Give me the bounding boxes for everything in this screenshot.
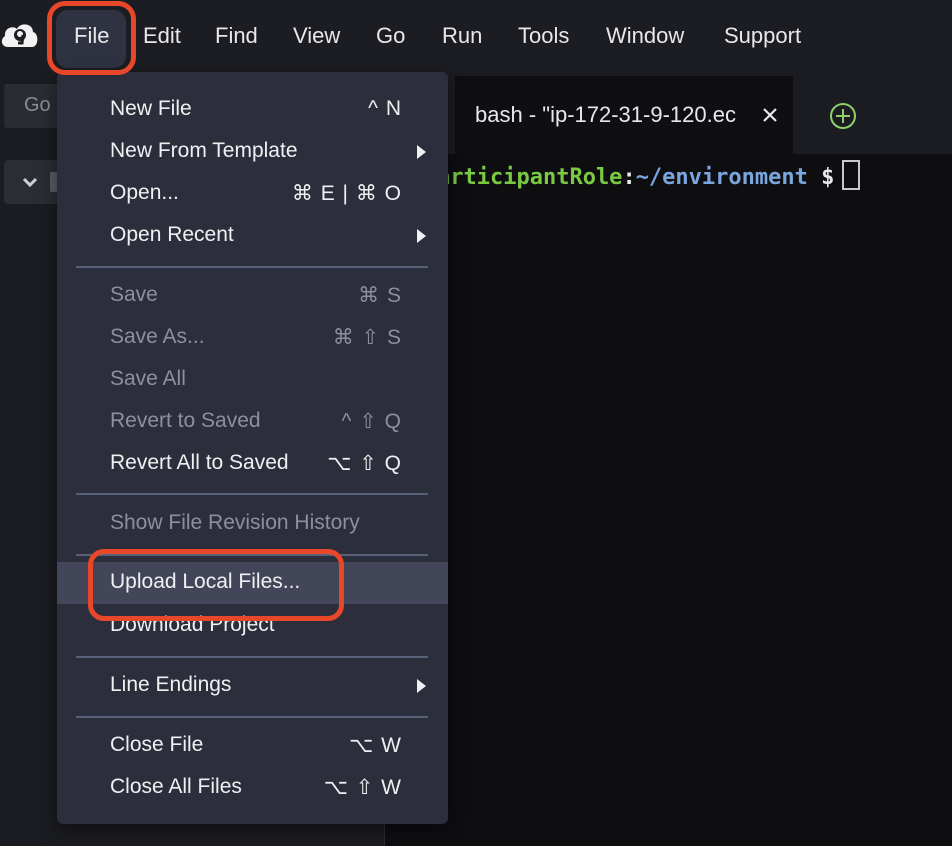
menu-item-shortcut: ⌘ S — [358, 284, 402, 307]
menu-item-shortcut: ^ N — [368, 97, 402, 120]
menu-item-label: Save — [110, 283, 158, 306]
menu-item-save: Save ⌘ S — [57, 275, 448, 317]
close-icon[interactable] — [759, 104, 781, 126]
menu-item-shortcut: ⌥ W — [349, 734, 402, 757]
prompt-dollar: $ — [821, 165, 835, 190]
menu-view[interactable]: View — [293, 20, 340, 52]
menu-item-new-file[interactable]: New File ^ N — [57, 89, 448, 131]
menu-item-close-file[interactable]: Close File ⌥ W — [57, 725, 448, 767]
submenu-arrow-icon — [417, 679, 426, 693]
terminal-prompt: articipantRole:~/environment $ — [437, 160, 861, 190]
cloud9-logo-icon[interactable] — [0, 17, 40, 53]
menu-item-open-recent[interactable]: Open Recent — [57, 215, 448, 257]
menu-run[interactable]: Run — [442, 20, 482, 52]
menu-item-label: Close All Files — [110, 775, 242, 798]
menu-item-shortcut: ⌘ ⇧ S — [332, 326, 402, 349]
menu-item-download-project[interactable]: Download Project — [57, 605, 448, 647]
menu-window[interactable]: Window — [606, 20, 684, 52]
menu-item-revert-all-to-saved[interactable]: Revert All to Saved ⌥ ⇧ Q — [57, 443, 448, 485]
menu-item-label: Revert All to Saved — [110, 451, 289, 474]
menu-separator — [76, 716, 428, 718]
menu-bar: File Edit Find View Go Run Tools Window … — [0, 0, 952, 72]
terminal-pane[interactable]: articipantRole:~/environment $ — [385, 154, 952, 846]
menu-support[interactable]: Support — [724, 20, 801, 52]
prompt-colon: : — [622, 165, 636, 190]
menu-item-open[interactable]: Open... ⌘ E | ⌘ O — [57, 173, 448, 215]
menu-find[interactable]: Find — [215, 20, 258, 52]
menu-separator — [76, 266, 428, 268]
tab-label: bash - "ip-172-31-9-120.ec — [475, 102, 736, 127]
menu-item-label: Revert to Saved — [110, 409, 261, 432]
menu-item-upload-local-files[interactable]: Upload Local Files... — [57, 562, 448, 604]
chevron-down-icon[interactable] — [20, 172, 40, 192]
menu-item-save-as: Save As... ⌘ ⇧ S — [57, 317, 448, 359]
menu-item-label: Upload Local Files... — [110, 570, 301, 593]
submenu-arrow-icon — [417, 229, 426, 243]
goto-placeholder: Go — [24, 94, 51, 116]
menu-item-label: Save All — [110, 367, 186, 390]
add-tab-icon[interactable] — [828, 101, 858, 131]
menu-item-label: Open... — [110, 181, 179, 204]
menu-separator — [76, 554, 428, 556]
tab-bash-terminal[interactable]: bash - "ip-172-31-9-120.ec — [455, 76, 793, 154]
menu-item-new-from-template[interactable]: New From Template — [57, 131, 448, 173]
menu-item-label: Line Endings — [110, 673, 232, 696]
menu-tools[interactable]: Tools — [518, 20, 569, 52]
menu-item-revert-to-saved: Revert to Saved ^ ⇧ Q — [57, 401, 448, 443]
menu-item-show-file-revision-history: Show File Revision History — [57, 503, 448, 545]
menu-item-shortcut: ^ ⇧ Q — [341, 410, 402, 433]
menu-item-line-endings[interactable]: Line Endings — [57, 665, 448, 707]
menu-item-label: Show File Revision History — [110, 511, 360, 534]
menu-item-label: Open Recent — [110, 223, 234, 246]
menu-item-label: New File — [110, 97, 192, 120]
menu-item-shortcut: ⌥ ⇧ Q — [327, 452, 402, 475]
prompt-role: articipantRole — [437, 165, 623, 190]
menu-file[interactable]: File — [74, 20, 109, 52]
terminal-cursor — [842, 160, 861, 190]
prompt-path: ~/environment — [635, 165, 808, 190]
editor-tab-bar: bash - "ip-172-31-9-120.ec — [385, 72, 952, 154]
menu-edit[interactable]: Edit — [143, 20, 181, 52]
menu-go[interactable]: Go — [376, 20, 405, 52]
menu-item-shortcut: ⌘ E | ⌘ O — [291, 182, 402, 205]
menu-item-label: Close File — [110, 733, 204, 756]
menu-item-label: Save As... — [110, 325, 205, 348]
file-menu-dropdown: New File ^ N New From Template Open... ⌘… — [57, 72, 448, 824]
menu-separator — [76, 656, 428, 658]
menu-item-label: New From Template — [110, 139, 298, 162]
menu-separator — [76, 493, 428, 495]
menu-item-save-all: Save All — [57, 359, 448, 401]
submenu-arrow-icon — [417, 145, 426, 159]
menu-item-label: Download Project — [110, 613, 275, 636]
menu-item-shortcut: ⌥ ⇧ W — [323, 776, 402, 799]
menu-item-close-all-files[interactable]: Close All Files ⌥ ⇧ W — [57, 767, 448, 809]
